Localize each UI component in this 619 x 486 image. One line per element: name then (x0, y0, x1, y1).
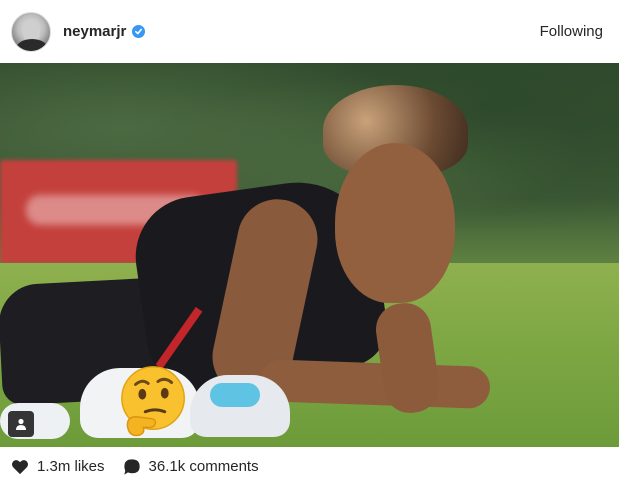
heart-icon[interactable] (11, 459, 29, 475)
verified-badge-icon (132, 25, 146, 38)
likes-count: 1.3m likes (37, 458, 105, 475)
following-button[interactable]: Following (540, 23, 603, 40)
player-forearm (259, 358, 491, 410)
post-footer: 1.3m likes 36.1k comments (0, 447, 619, 486)
post-image[interactable] (0, 63, 619, 447)
post-header: neymarjr Following (0, 0, 619, 63)
comments-count: 36.1k comments (148, 458, 259, 475)
thinking-face-emoji-icon (121, 366, 185, 437)
user-tag-icon[interactable] (8, 411, 34, 437)
likes-stat[interactable]: 1.3m likes (11, 458, 105, 475)
avatar[interactable] (11, 11, 51, 52)
player-head (335, 143, 455, 303)
username[interactable]: neymarjr (63, 23, 126, 40)
comment-bubble-icon[interactable] (123, 458, 141, 476)
comments-stat[interactable]: 36.1k comments (123, 458, 259, 476)
